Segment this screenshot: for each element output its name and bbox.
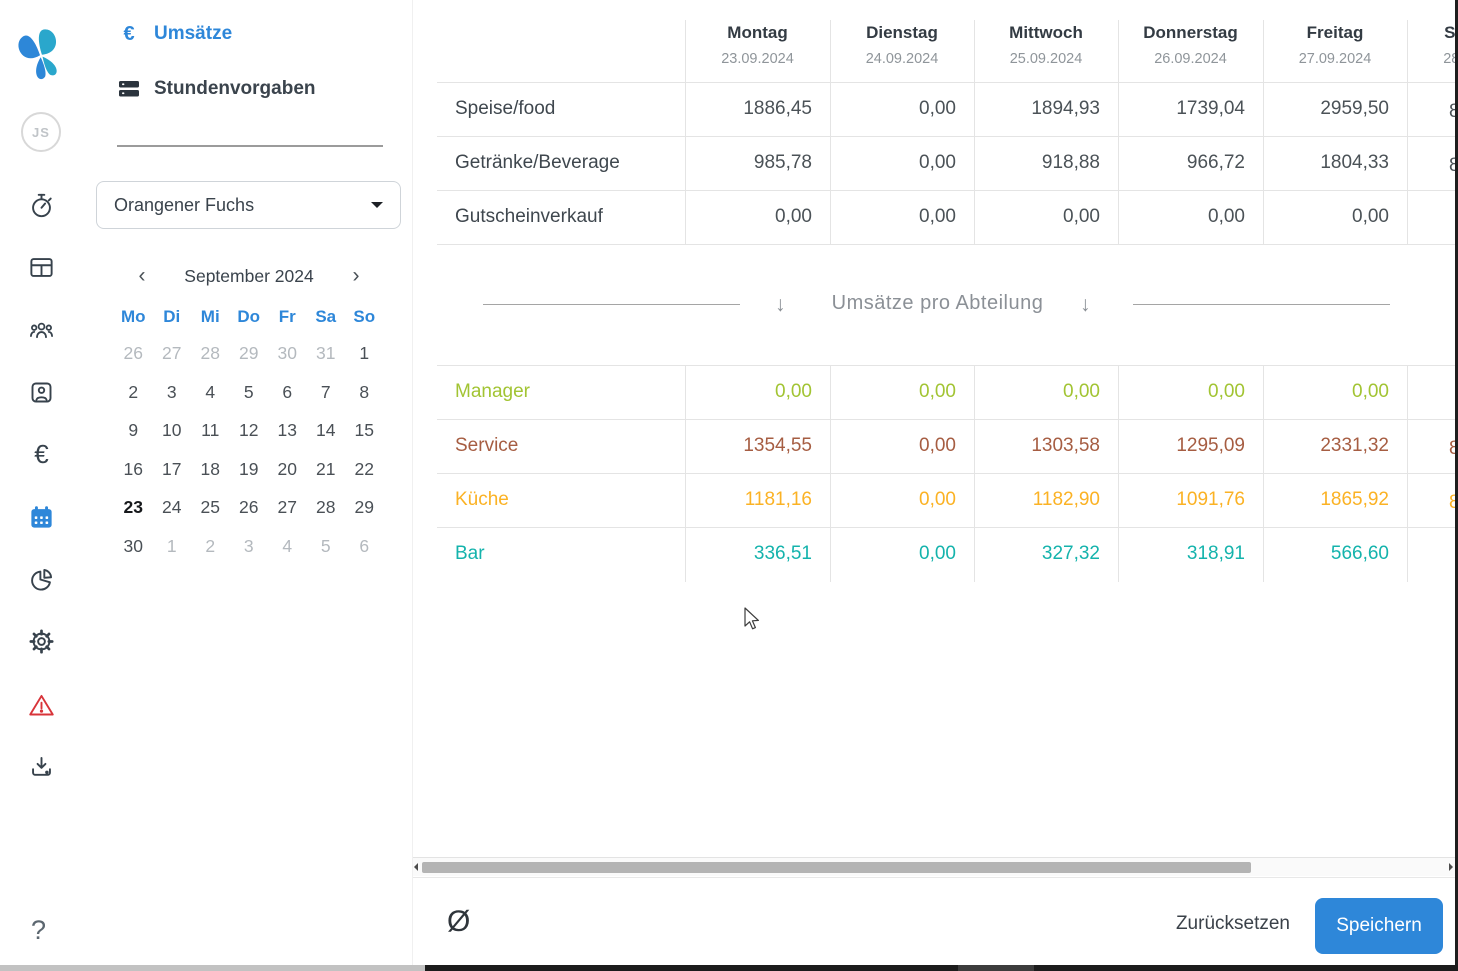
revenue-cell[interactable]: 1886,45 [693, 98, 812, 120]
grid-line-h [437, 365, 1455, 366]
department-cell[interactable]: 0,00 [982, 381, 1100, 403]
grid-line-h [437, 136, 1455, 137]
grid-line-h [437, 419, 1455, 420]
department-cell[interactable]: 0,00 [838, 381, 956, 403]
revenue-cell[interactable]: 2959,50 [1271, 98, 1389, 120]
scrollbar-left-arrow-icon[interactable] [414, 863, 418, 871]
revenue-cell[interactable]: 918,88 [982, 152, 1100, 174]
column-header-day: Montag [727, 23, 788, 42]
mouse-cursor [741, 607, 761, 638]
column-header-day: Samstag [1444, 23, 1455, 42]
arrow-down-icon: ↓ [1080, 293, 1091, 316]
scrollbar-right-arrow-icon[interactable] [1449, 863, 1453, 871]
grid-line-v [830, 20, 831, 244]
department-cell[interactable]: 0,00 [693, 381, 812, 403]
bottom-scrollbar-thumb [958, 965, 1034, 971]
column-header-day: Mittwoch [1009, 23, 1083, 42]
department-cell[interactable]: 0,00 [1271, 381, 1389, 403]
arrow-down-icon: ↓ [775, 293, 786, 316]
department-cell[interactable]: 2331,32 [1271, 435, 1389, 457]
revenue-cell[interactable]: 985,78 [693, 152, 812, 174]
department-cell[interactable]: 0,00 [838, 489, 956, 511]
department-cell[interactable]: 1181,16 [693, 489, 812, 511]
revenue-cell[interactable]: 0,00 [1271, 206, 1389, 228]
column-header-date: 27.09.2024 [1298, 51, 1372, 67]
department-label: Küche [455, 489, 509, 510]
row-label: Gutscheinverkauf [455, 206, 603, 227]
grid-line-v [1118, 20, 1119, 244]
bottom-scrollbar-light [0, 965, 425, 971]
grid-line-v [974, 20, 975, 244]
column-header-date: 28.09.2024 [1443, 51, 1455, 67]
column-header-day: Freitag [1306, 23, 1364, 42]
grid-line-v [1407, 20, 1408, 244]
grid-line-h [437, 473, 1455, 474]
column-header-day: Donnerstag [1143, 23, 1238, 42]
revenue-cell[interactable]: 1739,04 [1126, 98, 1245, 120]
footer-divider [413, 877, 1458, 878]
save-button-label: Speichern [1336, 915, 1422, 936]
average-icon[interactable]: Ø [447, 905, 470, 939]
grid-line-h [437, 82, 1455, 83]
revenue-cell[interactable]: 0,00 [693, 206, 812, 228]
column-header-date: 25.09.2024 [1009, 51, 1083, 67]
department-cell[interactable]: 1354,55 [693, 435, 812, 457]
department-cell[interactable]: 336,51 [693, 543, 812, 565]
save-button[interactable]: Speichern [1315, 898, 1443, 954]
revenue-cell[interactable]: 1894,93 [982, 98, 1100, 120]
department-cell[interactable]: 1295,09 [1126, 435, 1245, 457]
grid-line-v [685, 20, 686, 244]
revenue-cell[interactable]: 1804,33 [1271, 152, 1389, 174]
revenue-cell[interactable]: 0,00 [982, 206, 1100, 228]
department-cell[interactable]: 0,00 [838, 543, 956, 565]
department-label: Bar [455, 543, 485, 564]
revenue-cell[interactable]: 0,00 [838, 206, 956, 228]
revenue-tables: Montag 23.09.2024 Dienstag 24.09.2024 Mittwo… [0, 0, 1455, 971]
column-header-day: Dienstag [866, 23, 938, 42]
column-header-date: 24.09.2024 [865, 51, 939, 67]
revenue-cell[interactable]: 966,72 [1126, 152, 1245, 174]
column-header-date: 26.09.2024 [1154, 51, 1227, 67]
column-header-date: 23.09.2024 [721, 51, 794, 67]
department-cell[interactable]: 1091,76 [1126, 489, 1245, 511]
department-cell[interactable]: 1865,92 [1271, 489, 1389, 511]
revenue-cell[interactable]: 0,00 [1126, 206, 1245, 228]
revenue-cell[interactable]: 0,00 [838, 152, 956, 174]
grid-line-h [437, 244, 1455, 245]
row-label: Getränke/Beverage [455, 152, 620, 173]
department-cell[interactable]: 1303,58 [982, 435, 1100, 457]
grid-line-h [437, 527, 1455, 528]
department-cell[interactable]: 0,00 [838, 435, 956, 457]
department-cell[interactable]: 327,32 [982, 543, 1100, 565]
row-label: Speise/food [455, 98, 556, 119]
revenue-cell[interactable]: 0,00 [838, 98, 956, 120]
divider-line-right [1133, 304, 1390, 305]
section-title: Umsätze pro Abteilung [831, 292, 1044, 314]
grid-line-h [437, 190, 1455, 191]
divider-line-left [483, 304, 740, 305]
department-cell[interactable]: 0,00 [1126, 381, 1245, 403]
scrollbar-thumb[interactable] [422, 862, 1251, 873]
bottom-scrollbar-dark [425, 965, 1458, 971]
department-cell[interactable]: 1182,90 [982, 489, 1100, 511]
grid-line-v [1263, 20, 1264, 244]
department-cell[interactable]: 566,60 [1271, 543, 1389, 565]
reset-button[interactable]: Zurücksetzen [1120, 913, 1290, 935]
department-cell[interactable]: 318,91 [1126, 543, 1245, 565]
department-label: Manager [455, 381, 530, 402]
department-label: Service [455, 435, 519, 456]
